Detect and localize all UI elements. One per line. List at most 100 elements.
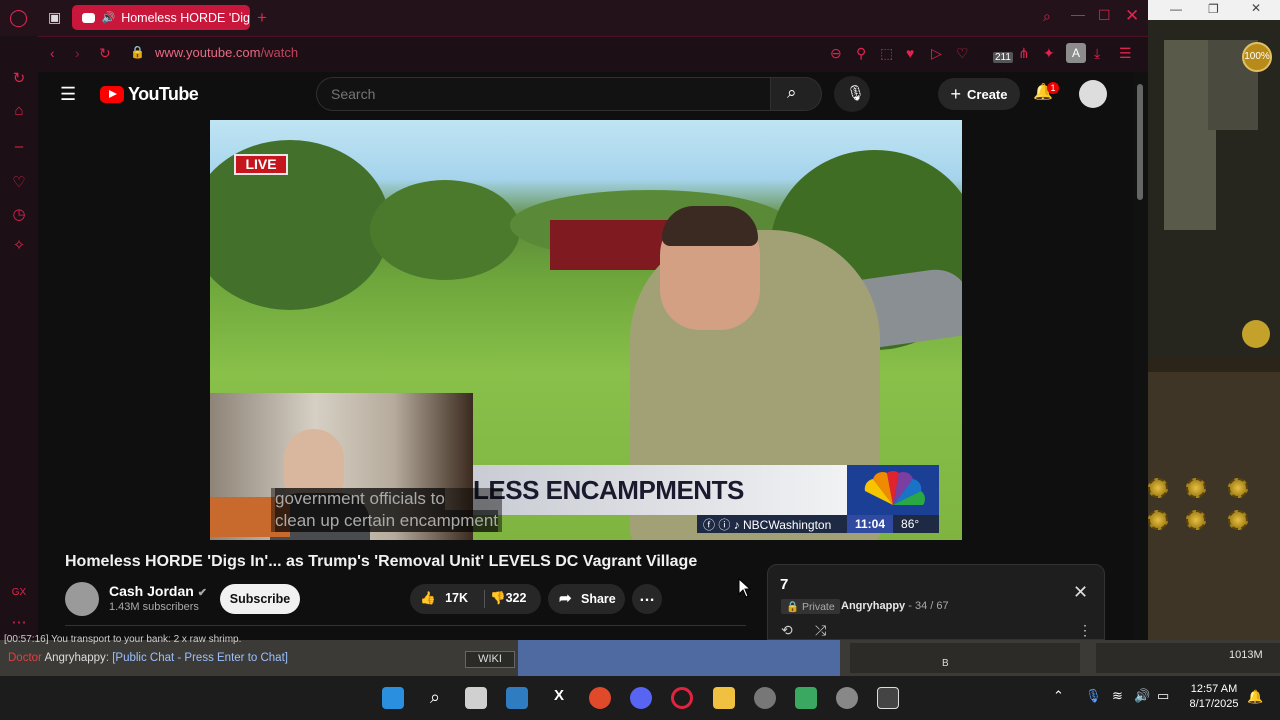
minimize-icon[interactable]: — <box>1071 6 1085 22</box>
coin-item[interactable] <box>1148 510 1168 530</box>
voice-search-button[interactable]: 🎙 <box>834 76 870 112</box>
send-icon[interactable]: ▷ <box>931 45 942 62</box>
wiki-button[interactable]: WIKI <box>465 651 515 668</box>
playlist-title[interactable]: 7 <box>780 576 788 593</box>
playlist-owner: Angryhappy - 34 / 67 <box>841 600 949 612</box>
forward-icon[interactable]: › <box>75 45 80 61</box>
divider-icon: – <box>14 138 24 155</box>
coin-item[interactable] <box>1228 510 1248 530</box>
opera-sidebar <box>0 36 38 640</box>
extensions-icon[interactable]: ✦ <box>1043 45 1055 62</box>
game-restore-icon[interactable]: ❐ <box>1208 2 1219 16</box>
page-scrollbar[interactable] <box>1134 72 1148 640</box>
tree-canopy <box>370 180 520 280</box>
game-close-icon[interactable]: ✕ <box>1251 1 1261 15</box>
search-button[interactable]: ⌕ <box>770 77 822 111</box>
easy-setup-icon[interactable]: ☰ <box>1119 45 1132 62</box>
download-icon[interactable]: ⤓ <box>1094 45 1100 62</box>
coin-item[interactable] <box>1186 478 1206 498</box>
workspace-icon[interactable]: ▣ <box>48 9 61 26</box>
opera-logo-icon[interactable]: ◯ <box>9 8 28 28</box>
taskbar-date[interactable]: 8/17/2025 <box>1188 698 1240 710</box>
crypto-wallet-icon[interactable]: ⌂ <box>10 102 28 120</box>
compass-orb[interactable] <box>1242 320 1270 348</box>
bookmarks-icon[interactable]: ♡ <box>10 174 28 192</box>
calculator-icon[interactable] <box>465 687 487 709</box>
wifi-icon[interactable]: ≋ <box>1112 688 1123 704</box>
speaker-icon[interactable]: 🔊 <box>101 11 115 24</box>
coin-item[interactable] <box>1228 478 1248 498</box>
bookmark-heart-icon[interactable]: ♡ <box>956 45 969 62</box>
profile-avatar[interactable]: A <box>1066 43 1086 63</box>
notepad-icon[interactable] <box>795 687 817 709</box>
close-window-icon[interactable]: ✕ <box>1125 6 1139 26</box>
new-tab-icon[interactable]: + <box>257 8 267 28</box>
maximize-icon[interactable]: ☐ <box>1098 7 1111 24</box>
dislike-button[interactable]: 👎322 <box>490 591 526 606</box>
pocket-icon[interactable]: ♥ <box>906 45 914 61</box>
tab-youtube[interactable]: 🔊 Homeless HORDE 'Dig <box>72 5 250 30</box>
brave-icon[interactable] <box>589 687 611 709</box>
search-tabs-icon[interactable]: ⌕ <box>1043 8 1051 25</box>
channel-name-text: Cash Jordan <box>109 583 194 599</box>
taskbar-time[interactable]: 12:57 AM <box>1188 683 1240 695</box>
channel-avatar[interactable] <box>65 582 99 616</box>
pin-icon[interactable]: ⚲ <box>856 45 866 62</box>
discord-icon[interactable] <box>630 687 652 709</box>
photos-icon[interactable] <box>506 687 528 709</box>
coin-item[interactable] <box>1186 510 1206 530</box>
zoom-icon[interactable]: ⊖ <box>830 45 842 62</box>
battery-icon[interactable]: ▭ <box>1157 688 1169 704</box>
like-button[interactable]: 👍 17K <box>420 591 468 606</box>
game-minimize-icon[interactable]: — <box>1170 2 1182 16</box>
guide-menu-icon[interactable]: ☰ <box>60 84 76 105</box>
start-icon[interactable] <box>382 687 404 709</box>
opera-gx-taskbar-icon[interactable] <box>671 687 693 709</box>
chat-prompt: : [Public Chat - Press Enter to Chat] <box>105 652 288 664</box>
game-inventory <box>1148 372 1280 640</box>
url-field[interactable]: www.youtube.com/watch <box>155 45 298 60</box>
zoom-orb[interactable]: 100% <box>1242 42 1272 72</box>
loop-icon[interactable]: ⟲ <box>781 622 793 639</box>
volume-icon[interactable]: 🔊 <box>1134 688 1150 704</box>
create-button[interactable]: + Create <box>938 78 1020 110</box>
gx-icon[interactable]: GX <box>10 584 28 602</box>
channel-name[interactable]: Cash Jordan ✔ <box>109 583 207 599</box>
chat-input-line[interactable]: Doctor Angryhappy: [Public Chat - Press … <box>8 652 288 664</box>
snapshot-icon[interactable]: ⬚ <box>880 45 893 62</box>
shuffle-icon[interactable]: ⤮ <box>815 622 826 639</box>
runelite-icon[interactable] <box>877 687 899 709</box>
share-button[interactable]: ➦ Share <box>548 584 625 614</box>
sidebar-more-icon[interactable]: ⋯ <box>10 614 28 632</box>
game-world-map[interactable]: 100% <box>1148 20 1280 358</box>
aria-icon[interactable]: ↻ <box>10 70 28 88</box>
subscribe-button[interactable]: Subscribe <box>220 584 300 614</box>
ticker-time: 11:04 <box>847 515 894 533</box>
search-input[interactable] <box>316 77 770 111</box>
chat-input-area[interactable] <box>518 640 840 676</box>
scrollbar-thumb[interactable] <box>1137 84 1143 200</box>
search-taskbar-icon[interactable]: ⌕ <box>424 687 446 709</box>
account-avatar[interactable] <box>1079 80 1107 108</box>
obs-icon[interactable] <box>836 687 858 709</box>
more-actions-icon[interactable]: … <box>632 584 662 614</box>
playlist-menu-icon[interactable]: ⋮ <box>1078 622 1092 639</box>
tray-overflow-icon[interactable]: ⌃ <box>1053 688 1064 704</box>
tray-mic-icon[interactable]: 🎙 <box>1085 688 1102 704</box>
file-explorer-icon[interactable] <box>713 687 735 709</box>
news-ticker: ⓕ ⓘ ♪ NBCWashington 11:04 86° <box>697 515 939 533</box>
back-icon[interactable]: ‹ <box>50 45 55 61</box>
youtube-logo[interactable]: YouTube <box>100 84 199 105</box>
notification-center-icon[interactable]: 🔔 <box>1247 689 1263 705</box>
audio-extension-icon[interactable]: ⋔ <box>1018 45 1030 62</box>
extensions-sidebar-icon[interactable]: ✧ <box>10 237 28 255</box>
settings-icon[interactable] <box>754 687 776 709</box>
url-path: /watch <box>260 45 299 60</box>
lock-icon[interactable]: 🔒 <box>130 45 145 59</box>
x-app-icon[interactable]: X <box>548 687 570 709</box>
close-playlist-icon[interactable]: ✕ <box>1073 582 1088 603</box>
extension-badge[interactable]: 211 <box>993 52 1013 63</box>
history-icon[interactable]: ◷ <box>10 206 28 224</box>
coin-item[interactable] <box>1148 478 1168 498</box>
reload-icon[interactable]: ↻ <box>99 45 111 62</box>
